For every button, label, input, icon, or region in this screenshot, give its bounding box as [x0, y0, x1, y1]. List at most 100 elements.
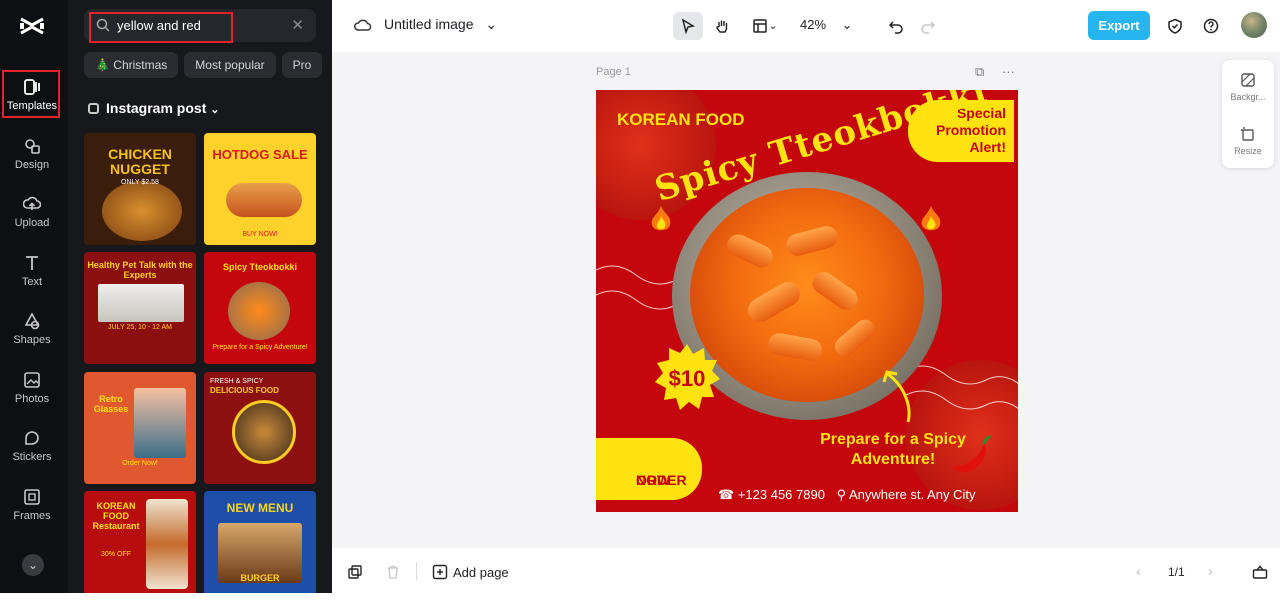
bottom-strip [0, 593, 1280, 600]
hand-icon [716, 20, 728, 33]
chili-pepper-icon [952, 434, 992, 473]
rail-label-design: Design [14, 159, 50, 171]
rail-item-frames[interactable]: Frames [0, 486, 64, 538]
badge-line: Alert! [969, 139, 1006, 155]
template-card-chicken-nugget[interactable]: CHICKEN NUGGET ONLY $2.58 [84, 133, 196, 245]
design-icon [25, 139, 40, 154]
template-image [134, 388, 186, 458]
template-title: Retro Glasses [93, 394, 129, 414]
rail-label-frames: Frames [13, 510, 51, 522]
template-subtitle: BURGER [240, 573, 280, 583]
copy-page-icon[interactable] [348, 565, 362, 579]
zoom-level-dropdown[interactable]: 42% ⌄ [800, 17, 853, 33]
more-options-icon[interactable]: ··· [1002, 64, 1015, 79]
cursor-icon [681, 18, 696, 35]
location-pin-icon: ⚲ [836, 487, 847, 502]
collapse-pages-icon[interactable] [1252, 565, 1268, 579]
category-dropdown[interactable]: Instagram post ⌄ [88, 100, 219, 116]
clear-search-icon[interactable]: ✕ [291, 16, 304, 34]
template-card-spicy-tteokbokki[interactable]: Spicy Tteokbokki Prepare for a Spicy Adv… [204, 252, 316, 364]
bottom-toolbar: Add page ‹ 1/1 › [332, 548, 1280, 593]
shield-icon [1168, 18, 1182, 34]
rail-item-templates[interactable]: Templates [0, 76, 64, 128]
background-tool-button[interactable]: Backgr... [1222, 72, 1274, 102]
template-subtitle: BUY NOW! [242, 231, 278, 238]
template-title: NEW MENU [226, 501, 294, 515]
template-image [226, 183, 302, 217]
template-card-new-menu[interactable]: NEW MENU BURGER [204, 491, 316, 593]
next-page-icon[interactable]: › [1208, 563, 1213, 579]
template-card-korean-restaurant[interactable]: KOREAN FOOD Restaurant 30% OFF [84, 491, 196, 593]
template-title: HOTDOG SALE [212, 147, 308, 162]
address-text: Anywhere st. Any City [849, 487, 976, 502]
page-tools: ⧉ ··· [975, 64, 1015, 80]
page-counter: 1/1 [1168, 565, 1185, 579]
rail-label-stickers: Stickers [12, 451, 52, 463]
phone-icon: ☎ [718, 487, 735, 502]
rail-item-stickers[interactable]: Stickers [0, 427, 64, 479]
template-subtitle: FRESH & SPICY [210, 378, 264, 385]
previous-page-icon[interactable]: ‹ [1136, 563, 1141, 579]
export-button[interactable]: Export [1088, 11, 1150, 40]
background-icon [1241, 73, 1255, 87]
rail-label-upload: Upload [14, 217, 50, 229]
cloud-save-icon [354, 19, 372, 31]
rail-item-design[interactable]: Design [0, 135, 64, 187]
trash-icon[interactable] [386, 565, 400, 579]
search-highlight-box [89, 12, 233, 43]
undo-button[interactable] [884, 12, 908, 40]
capcut-logo-icon[interactable] [18, 14, 46, 38]
chip-most-popular[interactable]: Most popular [184, 52, 276, 78]
chevron-down-icon: ⌄ [27, 558, 39, 572]
shield-button[interactable] [1164, 12, 1186, 40]
templates-icon [24, 79, 40, 95]
chip-pro[interactable]: Pro [281, 52, 323, 78]
rail-item-shapes[interactable]: Shapes [0, 310, 64, 362]
badge-line: Promotion [936, 122, 1006, 138]
canvas-area: Page 1 ⧉ ··· KOREAN FOOD Special Promoti… [332, 52, 1280, 548]
fire-icon [651, 206, 671, 231]
rail-item-text[interactable]: Text [0, 252, 64, 304]
template-title: KOREAN FOOD Restaurant [92, 501, 140, 531]
hand-tool-button[interactable] [708, 12, 736, 40]
layout-icon [753, 19, 768, 33]
app-window: Templates Design Upload Text Shapes Phot… [0, 0, 1280, 600]
design-artboard[interactable]: KOREAN FOOD Special Promotion Alert! Spi… [596, 90, 1018, 512]
template-card-delicious-food[interactable]: DELICIOUS FOOD FRESH & SPICY [204, 372, 316, 484]
template-subtitle: Order Now! [122, 460, 158, 467]
shapes-icon [24, 312, 40, 330]
resize-icon [1241, 127, 1254, 141]
duplicate-page-icon[interactable]: ⧉ [975, 64, 984, 79]
rail-collapse-button[interactable]: ⌄ [22, 554, 44, 576]
order-line: NOW [636, 472, 671, 488]
template-title: DELICIOUS FOOD [210, 386, 279, 395]
template-card-hotdog-sale[interactable]: HOTDOG SALE BUY NOW! [204, 133, 316, 245]
resize-tool-button[interactable]: Resize [1222, 126, 1274, 156]
order-now-badge: ORDER NOW [596, 438, 702, 500]
template-title: Spicy Tteokbokki [222, 262, 298, 272]
template-image [98, 284, 184, 322]
divider [416, 562, 417, 580]
redo-icon [921, 21, 936, 34]
document-title-menu[interactable]: Untitled image ⌄ [354, 16, 497, 33]
redo-button[interactable] [916, 12, 940, 40]
chip-christmas[interactable]: 🎄 Christmas [84, 52, 179, 78]
user-avatar[interactable] [1241, 12, 1267, 38]
background-tool-label: Backgr... [1230, 92, 1266, 102]
add-page-button[interactable]: Add page [432, 564, 509, 580]
template-subtitle: 30% OFF [101, 551, 131, 558]
template-image [102, 181, 182, 241]
rail-label-text: Text [21, 276, 43, 288]
layout-menu-button[interactable]: ⌄ [744, 12, 786, 40]
template-card-pet-talk[interactable]: Healthy Pet Talk with the Experts JULY 2… [84, 252, 196, 364]
template-card-retro-glasses[interactable]: Retro Glasses Order Now! [84, 372, 196, 484]
select-tool-button[interactable] [673, 12, 703, 40]
rail-label-photos: Photos [14, 393, 50, 405]
help-button[interactable] [1200, 12, 1222, 40]
chevron-down-icon: ⌄ [841, 17, 853, 32]
chevron-down-icon: ⌄ [485, 16, 498, 32]
rail-item-photos[interactable]: Photos [0, 369, 64, 421]
rail-item-upload[interactable]: Upload [0, 193, 64, 245]
template-image [146, 499, 188, 589]
korean-food-heading: KOREAN FOOD [617, 110, 745, 129]
